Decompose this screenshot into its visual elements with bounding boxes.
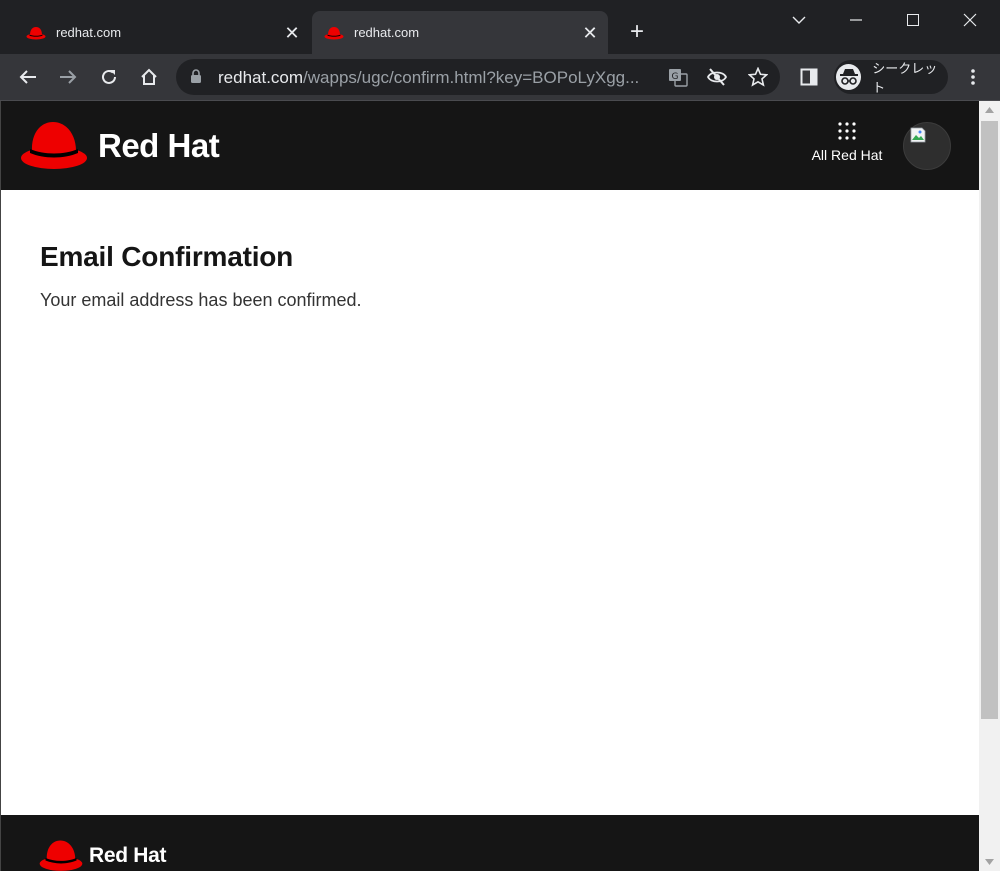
translate-icon[interactable]: G — [668, 67, 688, 87]
redhat-favicon-icon — [26, 26, 46, 39]
url-text[interactable]: redhat.com/wapps/ugc/confirm.html?key=BO… — [218, 68, 658, 88]
tab-title: redhat.com — [56, 25, 122, 40]
url-path: /wapps/ugc/confirm.html?key=BOPoLyXgg... — [303, 68, 640, 87]
scroll-down-arrow-icon[interactable] — [979, 853, 1000, 871]
browser-toolbar: redhat.com/wapps/ugc/confirm.html?key=BO… — [0, 54, 1000, 101]
scroll-up-arrow-icon[interactable] — [979, 101, 1000, 119]
tab-search-chevron-icon[interactable] — [784, 8, 814, 32]
user-avatar[interactable] — [903, 122, 951, 170]
plus-icon[interactable]: + — [625, 20, 649, 44]
side-panel-icon[interactable] — [794, 62, 824, 92]
tab-close-icon[interactable]: ✕ — [282, 23, 302, 43]
home-icon[interactable] — [134, 62, 164, 92]
redhat-hat-icon — [21, 122, 87, 169]
back-icon[interactable] — [13, 62, 43, 92]
footer-brand-wordmark: Red Hat — [89, 844, 167, 867]
svg-text:G: G — [672, 72, 679, 82]
tab-title: redhat.com — [354, 25, 420, 40]
vertical-scrollbar[interactable] — [979, 101, 1000, 871]
footer-redhat-logo[interactable]: Red Hat — [39, 839, 167, 871]
profile-label: シークレット — [872, 61, 938, 95]
scrollbar-thumb[interactable] — [981, 121, 998, 719]
eye-off-icon[interactable] — [707, 67, 727, 87]
tab-close-icon[interactable]: ✕ — [580, 23, 600, 43]
forward-icon[interactable] — [53, 62, 83, 92]
confirmation-message: Your email address has been confirmed. — [40, 290, 362, 310]
incognito-profile-button[interactable]: シークレット — [834, 60, 948, 95]
site-footer: Red Hat — [1, 815, 979, 871]
main-content: Email Confirmation Your email address ha… — [40, 241, 362, 311]
tab-2[interactable]: redhat.com ✕ — [312, 11, 608, 54]
incognito-icon — [836, 64, 862, 90]
all-red-hat-menu[interactable]: All Red Hat — [807, 121, 887, 165]
reload-icon[interactable] — [94, 62, 124, 92]
redhat-logo[interactable]: Red Hat — [20, 120, 220, 172]
maximize-icon[interactable] — [898, 8, 928, 32]
window-close-icon[interactable] — [955, 8, 985, 32]
all-red-hat-label: All Red Hat — [811, 147, 883, 163]
broken-image-icon — [910, 127, 926, 143]
lock-icon[interactable] — [190, 69, 202, 84]
minimize-icon[interactable] — [841, 8, 871, 32]
site-header: Red Hat All Red Hat — [1, 101, 979, 190]
brand-wordmark: Red Hat — [98, 127, 220, 164]
tab-1[interactable]: redhat.com ✕ — [14, 11, 310, 54]
redhat-favicon-icon — [324, 26, 344, 39]
page-title: Email Confirmation — [40, 241, 294, 272]
address-bar[interactable]: redhat.com/wapps/ugc/confirm.html?key=BO… — [176, 59, 780, 95]
apps-grid-icon — [838, 122, 856, 140]
url-host: redhat.com — [218, 68, 304, 87]
page-viewport: Red Hat All Red Hat Email Confirmation Y… — [1, 101, 979, 871]
menu-icon[interactable] — [958, 62, 988, 92]
star-icon[interactable] — [748, 67, 768, 87]
redhat-hat-icon — [39, 840, 83, 871]
browser-window: redhat.com ✕ redhat.com ✕ + redhat.com/w… — [0, 0, 1000, 871]
tab-strip: redhat.com ✕ redhat.com ✕ + — [0, 0, 1000, 54]
